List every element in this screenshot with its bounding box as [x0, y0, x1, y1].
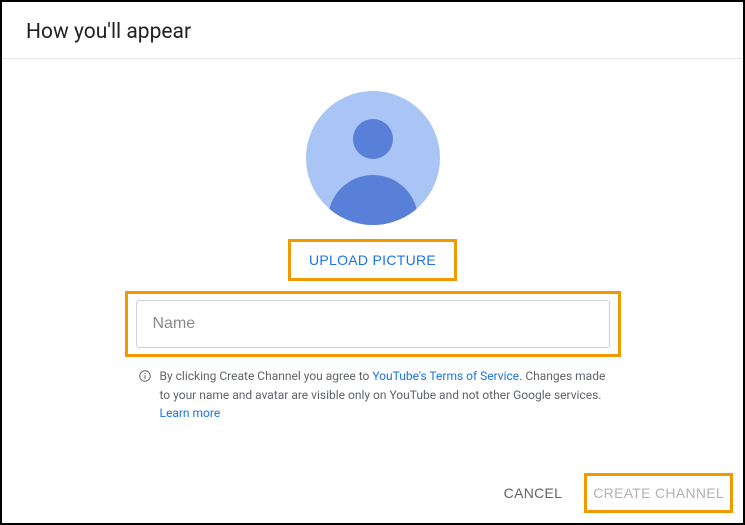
dialog-footer: CANCEL CREATE CHANNEL	[500, 473, 733, 513]
avatar-placeholder-icon	[306, 91, 440, 225]
name-field-highlight	[125, 291, 621, 357]
avatar-head-shape	[353, 119, 393, 159]
learn-more-link[interactable]: Learn more	[160, 406, 221, 420]
terms-of-service-link[interactable]: YouTube's Terms of Service	[372, 369, 519, 383]
avatar-body-shape	[328, 175, 418, 225]
dialog-title: How you'll appear	[26, 20, 719, 44]
upload-picture-button[interactable]: UPLOAD PICTURE	[295, 244, 450, 276]
info-icon	[138, 369, 152, 383]
cancel-button[interactable]: CANCEL	[500, 477, 567, 509]
dialog-content: UPLOAD PICTURE By clicking Create Channe…	[2, 59, 743, 523]
disclaimer-body: By clicking Create Channel you agree to …	[160, 367, 608, 423]
disclaimer-prefix: By clicking Create Channel you agree to	[160, 369, 373, 383]
upload-picture-highlight: UPLOAD PICTURE	[288, 239, 457, 281]
name-input[interactable]	[136, 300, 610, 348]
create-channel-button[interactable]: CREATE CHANNEL	[589, 477, 728, 509]
dialog-header: How you'll appear	[2, 2, 743, 59]
create-channel-highlight: CREATE CHANNEL	[584, 473, 733, 513]
disclaimer-text: By clicking Create Channel you agree to …	[138, 367, 608, 423]
